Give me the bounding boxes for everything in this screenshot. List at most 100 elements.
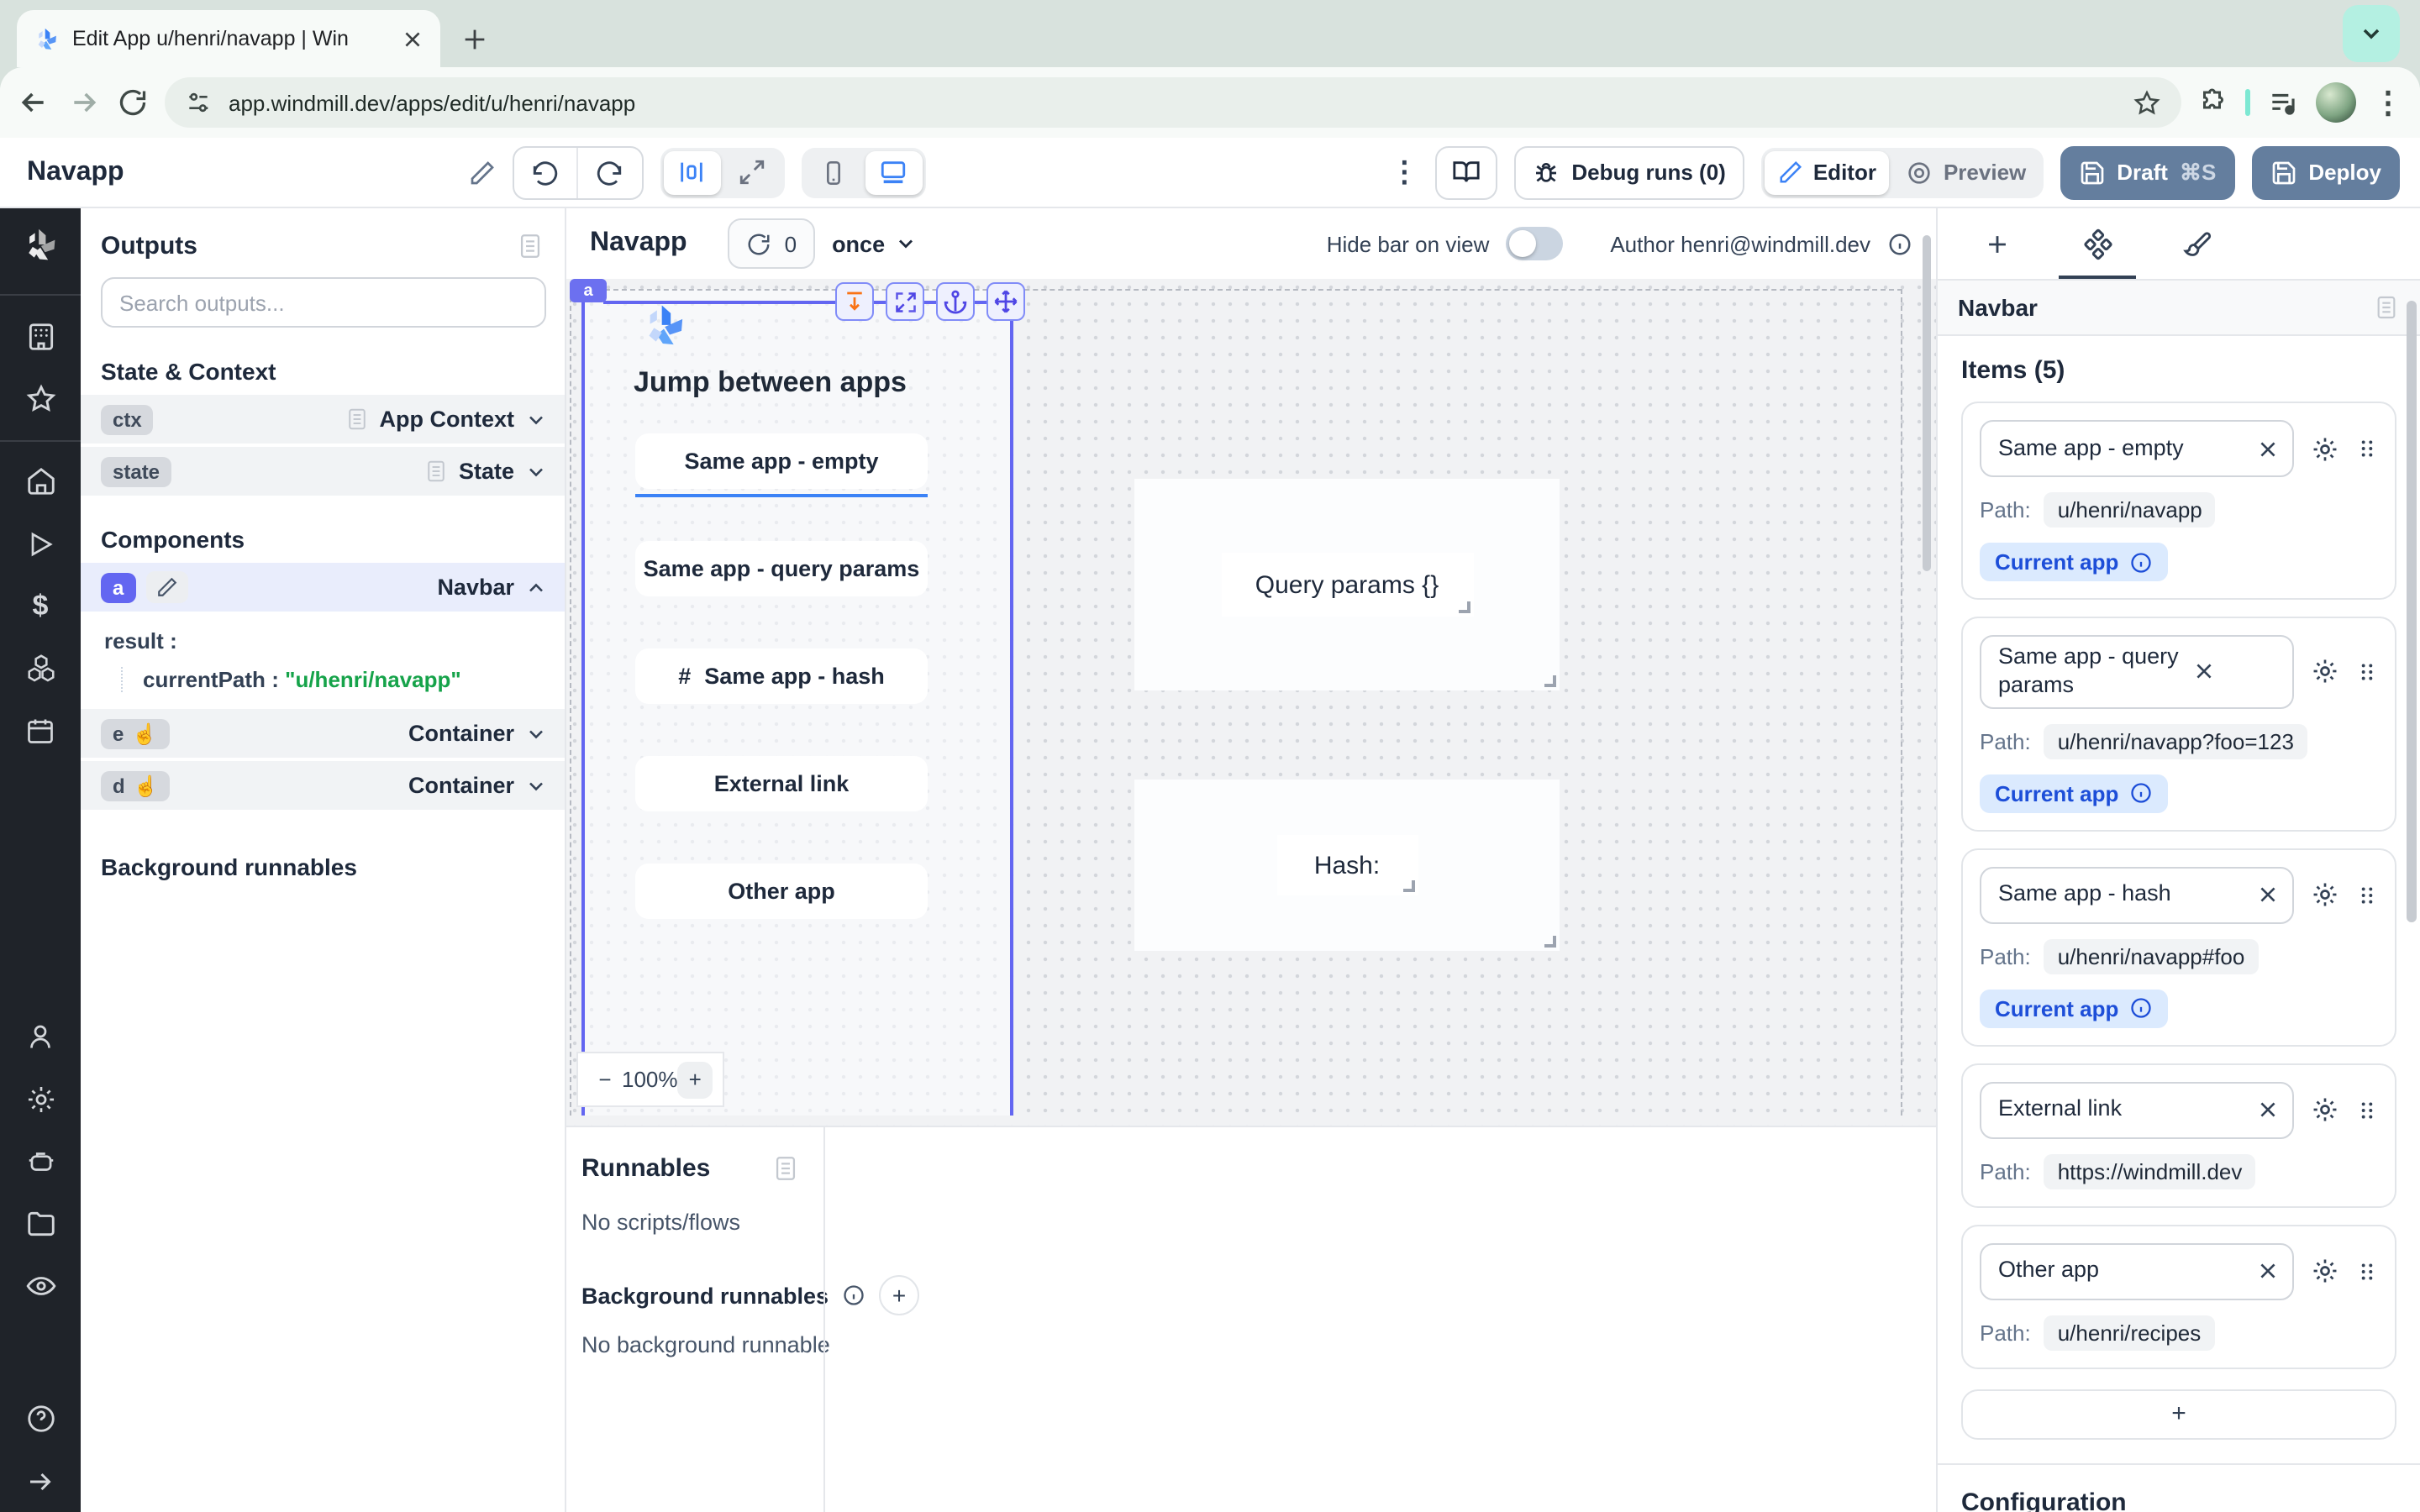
media-playlist-icon[interactable] bbox=[2267, 87, 2299, 118]
extensions-puzzle-icon[interactable] bbox=[2198, 87, 2228, 118]
item-label-input[interactable]: Same app - hash bbox=[1980, 867, 2294, 924]
clear-icon[interactable] bbox=[2193, 661, 2215, 683]
drag-handle-icon[interactable] bbox=[2356, 882, 2378, 909]
new-tab-button[interactable] bbox=[450, 15, 497, 62]
editor-tab[interactable]: Editor bbox=[1765, 150, 1890, 194]
browser-menu-icon[interactable]: ⋮ bbox=[2373, 85, 2403, 120]
component-d-row[interactable]: d ☝ Container bbox=[81, 761, 565, 810]
item-settings-gear-icon[interactable] bbox=[2311, 881, 2339, 910]
resize-corner[interactable] bbox=[1402, 880, 1414, 892]
item-path[interactable]: u/henri/navapp?foo=123 bbox=[2044, 724, 2307, 759]
rail-schedules-icon[interactable] bbox=[0, 699, 81, 761]
desktop-view-button[interactable] bbox=[865, 150, 923, 194]
anchor-component-button[interactable] bbox=[936, 282, 975, 321]
item-path[interactable]: u/henri/navapp#foo bbox=[2044, 939, 2259, 974]
nav-item-external-link[interactable]: External link bbox=[635, 756, 928, 811]
item-settings-gear-icon[interactable] bbox=[2311, 658, 2339, 686]
refresh-count-button[interactable]: 0 bbox=[728, 218, 815, 269]
url-bar[interactable]: app.windmill.dev/apps/edit/u/henri/navap… bbox=[165, 77, 2181, 128]
rail-folders-icon[interactable] bbox=[0, 1192, 81, 1254]
component-rename-pencil-icon[interactable] bbox=[145, 571, 187, 603]
author-info-icon[interactable] bbox=[1887, 231, 1912, 256]
mobile-view-button[interactable] bbox=[805, 150, 862, 194]
drag-handle-icon[interactable] bbox=[2356, 1097, 2378, 1124]
rail-runs-icon[interactable] bbox=[0, 513, 81, 575]
resize-corner[interactable] bbox=[1544, 936, 1556, 948]
back-button[interactable] bbox=[17, 86, 50, 119]
item-path[interactable]: https://windmill.dev bbox=[2044, 1154, 2256, 1189]
runnables-doc-icon[interactable] bbox=[771, 1154, 800, 1183]
hash-text-box[interactable]: Hash: bbox=[1276, 835, 1418, 895]
site-info-icon[interactable] bbox=[185, 89, 212, 116]
drag-handle-icon[interactable] bbox=[2356, 659, 2378, 685]
rail-workspace-icon[interactable] bbox=[0, 305, 81, 367]
resize-corner[interactable] bbox=[1544, 675, 1556, 687]
rail-audit-eye-icon[interactable] bbox=[0, 1254, 81, 1316]
component-e-row[interactable]: e ☝ Container bbox=[81, 709, 565, 758]
fullscreen-component-button[interactable] bbox=[886, 282, 924, 321]
add-background-runnable-button[interactable]: + bbox=[879, 1275, 919, 1315]
state-row[interactable]: state State bbox=[81, 447, 565, 496]
item-label-input[interactable]: Same app - empty bbox=[1980, 420, 2294, 477]
nav-item-hash[interactable]: # Same app - hash bbox=[635, 648, 928, 704]
item-path[interactable]: u/henri/recipes bbox=[2044, 1315, 2215, 1351]
clear-icon[interactable] bbox=[2257, 885, 2279, 906]
item-settings-gear-icon[interactable] bbox=[2311, 1257, 2339, 1286]
rename-pencil-icon[interactable] bbox=[469, 159, 496, 186]
rail-favorites-star-icon[interactable] bbox=[0, 367, 81, 429]
rail-workers-robot-icon[interactable] bbox=[0, 1130, 81, 1192]
search-outputs-input[interactable] bbox=[101, 277, 546, 328]
nav-item-query-params[interactable]: Same app - query params bbox=[635, 541, 928, 596]
insert-component-tab[interactable] bbox=[1975, 208, 2018, 279]
query-params-text-box[interactable]: Query params {} bbox=[1221, 553, 1473, 617]
component-a-row[interactable]: a Navbar bbox=[81, 563, 565, 612]
bounded-width-button[interactable] bbox=[664, 150, 721, 194]
item-settings-gear-icon[interactable] bbox=[2311, 1096, 2339, 1125]
bookmark-star-icon[interactable] bbox=[2133, 88, 2161, 117]
full-width-button[interactable] bbox=[724, 150, 781, 194]
zoom-out-button[interactable]: − bbox=[588, 1067, 622, 1092]
app-menu-kebab-icon[interactable]: ⋮ bbox=[1390, 155, 1418, 189]
app-canvas[interactable]: a Jump between apps Same app - empt bbox=[566, 279, 1936, 1126]
deploy-button[interactable]: Deploy bbox=[2251, 145, 2400, 199]
rail-home-icon[interactable] bbox=[0, 451, 81, 513]
forward-button[interactable] bbox=[67, 86, 101, 119]
undo-button[interactable] bbox=[514, 147, 578, 197]
profile-avatar[interactable] bbox=[2316, 82, 2356, 123]
tab-close-icon[interactable] bbox=[402, 28, 424, 50]
item-label-input[interactable]: External link bbox=[1980, 1082, 2294, 1139]
reload-button[interactable] bbox=[118, 87, 148, 118]
zoom-in-button[interactable]: + bbox=[678, 1061, 713, 1098]
hash-container[interactable]: Hash: bbox=[1134, 780, 1560, 951]
query-params-container[interactable]: Query params {} bbox=[1134, 479, 1560, 690]
item-path[interactable]: u/henri/navapp bbox=[2044, 492, 2216, 528]
nav-item-other-app[interactable]: Other app bbox=[635, 864, 928, 919]
styling-tab[interactable] bbox=[2176, 208, 2220, 279]
clear-icon[interactable] bbox=[2257, 1261, 2279, 1283]
windmill-logo[interactable] bbox=[0, 208, 81, 283]
rail-expand-arrow-icon[interactable] bbox=[0, 1450, 81, 1512]
selection-right-handle[interactable] bbox=[1010, 289, 1013, 1116]
window-controls-chevron[interactable] bbox=[2343, 5, 2400, 62]
expand-down-button[interactable] bbox=[835, 282, 874, 321]
component-settings-tab[interactable] bbox=[2075, 208, 2119, 279]
debug-runs-button[interactable]: Debug runs (0) bbox=[1514, 145, 1744, 199]
state-doc-icon[interactable] bbox=[424, 459, 449, 484]
preview-tab[interactable]: Preview bbox=[1893, 150, 2039, 194]
component-doc-icon[interactable] bbox=[2373, 294, 2400, 321]
rail-resources-icon[interactable] bbox=[0, 638, 81, 700]
drag-handle-icon[interactable] bbox=[2356, 1258, 2378, 1285]
component-id-tag[interactable]: a bbox=[570, 279, 607, 302]
nav-item-same-app-empty[interactable]: Same app - empty bbox=[635, 433, 928, 489]
rail-variables-icon[interactable]: $ bbox=[0, 575, 81, 638]
add-nav-item-button[interactable]: + bbox=[1961, 1389, 2396, 1440]
item-label-input[interactable]: Other app bbox=[1980, 1243, 2294, 1300]
draft-button[interactable]: Draft ⌘S bbox=[2060, 145, 2234, 199]
redo-button[interactable] bbox=[578, 147, 642, 197]
hide-bar-toggle[interactable] bbox=[1506, 227, 1563, 260]
selection-left-handle[interactable] bbox=[581, 289, 585, 1116]
resize-corner[interactable] bbox=[1458, 601, 1470, 613]
canvas-scrollbar[interactable] bbox=[1923, 235, 1931, 571]
rail-settings-gear-icon[interactable] bbox=[0, 1068, 81, 1131]
ctx-doc-icon[interactable] bbox=[345, 407, 370, 432]
